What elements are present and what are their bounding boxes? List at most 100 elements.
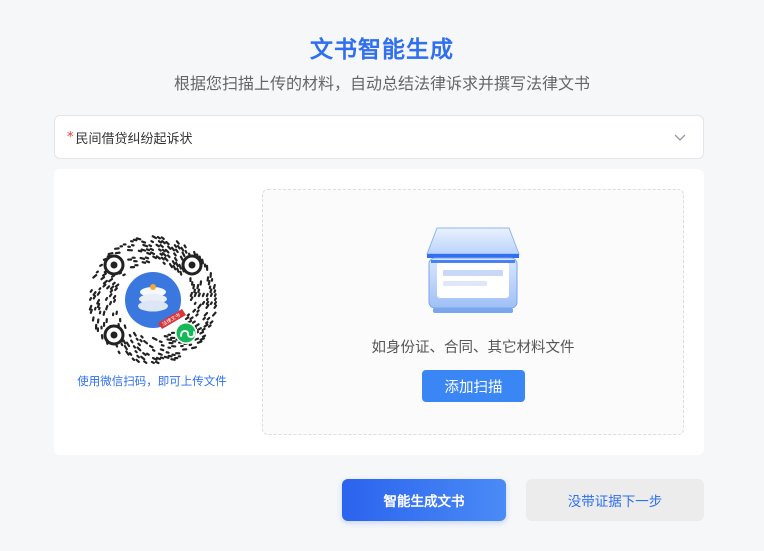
page-subtitle: 根据您扫描上传的材料，自动总结法律诉求并撰写法律文书 (173, 74, 590, 93)
qr-dash (150, 251, 156, 256)
qr-dash (205, 303, 210, 309)
qr-dash (112, 294, 117, 300)
qr-dash (176, 244, 181, 250)
case-type-select[interactable]: * 民间借贷纠纷起诉状 (54, 115, 704, 159)
qr-dash (89, 296, 93, 301)
qr-logo-dot (150, 284, 156, 290)
qr-dash (141, 261, 147, 264)
qr-dash (201, 292, 205, 298)
qr-dash (114, 287, 118, 292)
qr-dash (145, 352, 150, 356)
qr-dash (164, 248, 170, 254)
qr-dash (213, 293, 217, 298)
qr-dash (107, 252, 114, 256)
qr-finder-dot (110, 261, 118, 269)
qr-dash (175, 240, 180, 245)
qr-logo-stack (138, 300, 168, 312)
qr-dash (88, 304, 93, 311)
qr-dash (213, 300, 218, 306)
qr-dash (155, 243, 161, 248)
qr-dash (160, 256, 165, 261)
qr-dash (175, 261, 179, 268)
qr-dash (202, 316, 206, 321)
qr-dash (209, 301, 213, 306)
qr-dash (163, 355, 170, 359)
qr-dash (154, 360, 160, 365)
qr-dash (201, 258, 205, 265)
qr-dash (158, 340, 163, 344)
qr-dash (196, 340, 203, 344)
qr-dash (135, 337, 139, 341)
qr-dash (171, 260, 176, 266)
scanner-icon (426, 227, 520, 313)
qr-dash (194, 323, 200, 328)
qr-dash (104, 296, 109, 301)
qr-dash (143, 360, 148, 364)
qr-dash (189, 296, 194, 302)
qr-dash (125, 350, 130, 356)
qr-dash (108, 300, 113, 306)
qr-dash (140, 335, 144, 339)
qr-dash (201, 334, 207, 338)
qr-dash (205, 321, 209, 325)
qr-dash (179, 270, 183, 276)
qr-dash (137, 342, 141, 347)
qr-dash (89, 308, 93, 314)
qr-dash (197, 288, 201, 294)
qr-dash (155, 255, 161, 260)
qr-dash (125, 341, 131, 348)
qr-dash (160, 236, 165, 241)
qr-dash (132, 238, 138, 242)
qr-dash (206, 316, 211, 321)
qr-dash (180, 246, 185, 252)
qr-dash (107, 277, 114, 283)
qr-dash (110, 274, 116, 278)
qr-dash (173, 244, 178, 248)
qr-dash (192, 308, 197, 313)
qr-dash (128, 352, 133, 356)
add-scan-button[interactable]: 添加扫描 (422, 370, 525, 402)
qr-dash (135, 237, 142, 241)
qr-dash (207, 279, 211, 286)
qr-dash (203, 323, 209, 328)
qr-dash (128, 333, 132, 338)
qr-dash (100, 275, 106, 281)
qr-dash (140, 248, 147, 252)
qr-dash (170, 246, 176, 252)
qr-dash (131, 357, 136, 362)
qr-dash (213, 297, 217, 302)
qr-dash (213, 289, 217, 294)
upload-area[interactable]: 如身份证、合同、其它材料文件 添加扫描 (262, 189, 684, 435)
qr-dash (137, 249, 143, 253)
qr-dash (111, 281, 116, 286)
qr-dash (199, 330, 205, 335)
qr-dash (209, 292, 213, 298)
qr-dash (167, 354, 173, 358)
skip-evidence-button[interactable]: 没带证据下一步 (526, 479, 704, 521)
qr-dash (197, 292, 201, 298)
qr-dash (134, 350, 138, 354)
qr-dash (173, 256, 178, 262)
qr-dash (95, 270, 99, 274)
qr-dash (145, 260, 151, 264)
qr-dash (179, 255, 184, 261)
qr-dash (123, 324, 127, 329)
qr-dash (195, 313, 199, 317)
generate-document-button[interactable]: 智能生成文书 (342, 479, 506, 521)
qr-dash (108, 293, 113, 298)
wechat-qr-code[interactable]: 法律文书 (88, 235, 218, 365)
qr-dash (197, 303, 202, 309)
qr-dash (140, 355, 146, 361)
qr-dash (190, 346, 198, 350)
qr-dash (201, 300, 206, 306)
qr-dash (91, 316, 95, 322)
qr-dash (159, 356, 165, 360)
qr-dash (130, 339, 134, 344)
qr-dash (161, 248, 166, 253)
qr-dash (184, 316, 190, 321)
qr-dash (165, 240, 170, 246)
qr-dash (191, 320, 196, 324)
qr-dash (98, 287, 102, 291)
qr-dash (159, 244, 164, 248)
qr-dash (120, 342, 124, 347)
